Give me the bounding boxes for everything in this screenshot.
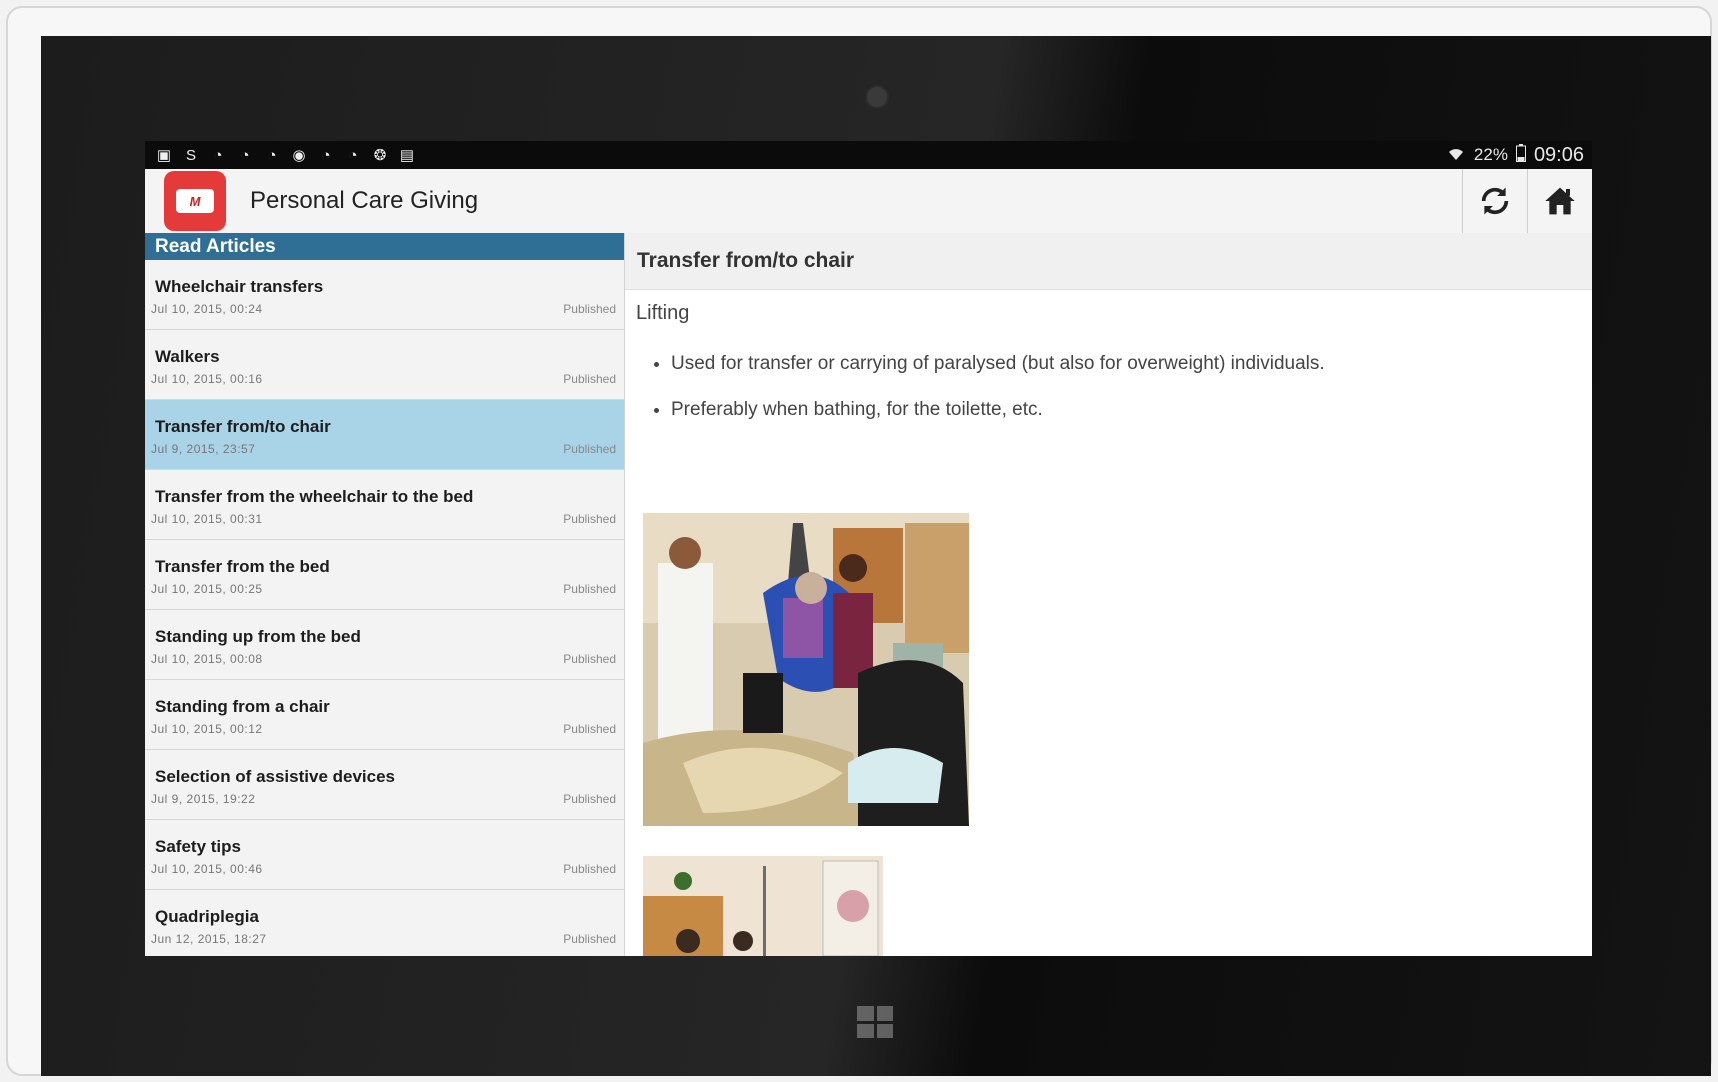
bullet-item: Preferably when bathing, for the toilett… <box>671 399 1592 421</box>
home-icon <box>1545 187 1575 215</box>
article-list-item[interactable]: Quadriplegia Jun 12, 2015, 18:27 Published <box>145 890 624 956</box>
front-camera <box>865 85 889 109</box>
app-title: Personal Care Giving <box>250 187 479 214</box>
soccer-icon: ◉ <box>292 147 306 164</box>
article-list-item[interactable]: Wheelchair transfers Jul 10, 2015, 00:24 P… <box>145 260 624 330</box>
app-bar: M Personal Care Giving <box>145 169 1592 234</box>
article-subheading: Lifting <box>636 302 690 324</box>
articles-list-panel: Read Articles Wheelchair transfers Jul 10… <box>145 233 625 956</box>
article-list-item[interactable]: Walkers Jul 10, 2015, 00:16 Published <box>145 330 624 400</box>
article-item-title: Transfer from the bed <box>155 557 330 576</box>
article-item-status: Published <box>563 302 616 316</box>
article-list-item[interactable]: Standing from a chair Jul 10, 2015, 00:12… <box>145 680 624 750</box>
home-button[interactable] <box>1527 169 1592 233</box>
article-item-date: Jul 10, 2015, 00:12 <box>151 722 263 736</box>
article-item-date: Jun 12, 2015, 18:27 <box>151 932 267 946</box>
article-item-title: Transfer from/to chair <box>155 417 331 436</box>
article-item-status: Published <box>563 792 616 806</box>
skype-icon: S <box>185 146 196 164</box>
article-item-title: Safety tips <box>155 837 241 856</box>
patient-lift-photo <box>643 513 969 826</box>
article-item-date: Jul 10, 2015, 00:25 <box>151 582 263 596</box>
article-list-item[interactable]: Transfer from the wheelchair to the bed J… <box>145 470 624 540</box>
article-item-date: Jul 9, 2015, 19:22 <box>151 792 256 806</box>
leaf-icon: ◔ <box>267 146 277 164</box>
article-item-title: Selection of assistive devices <box>155 767 396 786</box>
refresh-icon <box>1481 187 1509 215</box>
article-bullets: Used for transfer or carrying of paralys… <box>625 353 1592 421</box>
article-item-date: Jul 10, 2015, 00:24 <box>151 302 263 316</box>
leaf-icon: ◔ <box>240 146 250 164</box>
article-item-title: Standing up from the bed <box>155 627 361 646</box>
article-title: Transfer from/to chair <box>625 233 1592 290</box>
article-list: Wheelchair transfers Jul 10, 2015, 00:24 P… <box>145 260 624 956</box>
bullet-item: Used for transfer or carrying of paralys… <box>671 353 1592 375</box>
leaf-icon: ◔ <box>213 146 223 164</box>
article-item-date: Jul 10, 2015, 00:16 <box>151 372 263 386</box>
leaf-icon: ◔ <box>321 146 331 164</box>
article-item-status: Published <box>563 512 616 526</box>
article-item-date: Jul 10, 2015, 00:08 <box>151 652 263 666</box>
gallery-icon: ▣ <box>156 147 172 164</box>
article-item-title: Wheelchair transfers <box>155 277 324 296</box>
article-item-status: Published <box>563 932 616 946</box>
globe-icon: ❂ <box>373 147 387 164</box>
article-detail-panel: Transfer from/to chair Lifting Used for … <box>625 233 1592 956</box>
article-item-date: Jul 10, 2015, 00:31 <box>151 512 263 526</box>
article-item-date: Jul 10, 2015, 00:46 <box>151 862 263 876</box>
article-item-title: Quadriplegia <box>155 907 259 926</box>
app-logo-mark: M <box>176 189 214 213</box>
article-list-item[interactable]: Transfer from the bed Jul 10, 2015, 00:25… <box>145 540 624 610</box>
article-list-item[interactable]: Transfer from/to chair Jul 9, 2015, 23:57… <box>145 400 624 470</box>
leaf-icon: ◔ <box>348 146 358 164</box>
article-item-status: Published <box>563 862 616 876</box>
status-bar: ▣ S ◔ ◔ ◔ ◉ ◔ ◔ ❂ ▤ 22% 09:06 <box>145 141 1592 169</box>
wifi-icon <box>1446 144 1466 167</box>
article-item-status: Published <box>563 372 616 386</box>
article-item-status: Published <box>563 442 616 456</box>
article-list-item[interactable]: Selection of assistive devices Jul 9, 201… <box>145 750 624 820</box>
battery-icon <box>1515 143 1526 167</box>
refresh-button[interactable] <box>1462 169 1527 233</box>
clock: 09:06 <box>1533 143 1584 166</box>
room-photo <box>643 856 883 956</box>
article-item-status: Published <box>563 722 616 736</box>
app-screen: ▣ S ◔ ◔ ◔ ◉ ◔ ◔ ❂ ▤ 22% 09:06 M Personal Care Giv… <box>145 141 1592 956</box>
article-item-date: Jul 9, 2015, 23:57 <box>151 442 256 456</box>
app-logo[interactable]: M <box>164 171 226 231</box>
clipboard-icon: ▤ <box>399 147 415 164</box>
article-list-item[interactable]: Safety tips Jul 10, 2015, 00:46 Published <box>145 820 624 890</box>
notification-icons: ▣ S ◔ ◔ ◔ ◉ ◔ ◔ ❂ ▤ <box>153 145 418 165</box>
article-item-status: Published <box>563 582 616 596</box>
article-item-title: Standing from a chair <box>155 697 330 716</box>
article-list-item[interactable]: Standing up from the bed Jul 10, 2015, 00… <box>145 610 624 680</box>
article-item-title: Transfer from the wheelchair to the bed <box>155 487 474 506</box>
battery-percent: 22% <box>1473 145 1508 164</box>
article-item-status: Published <box>563 652 616 666</box>
list-header: Read Articles <box>145 233 624 260</box>
windows-home-button[interactable] <box>857 1006 893 1038</box>
article-item-title: Walkers <box>155 347 220 366</box>
